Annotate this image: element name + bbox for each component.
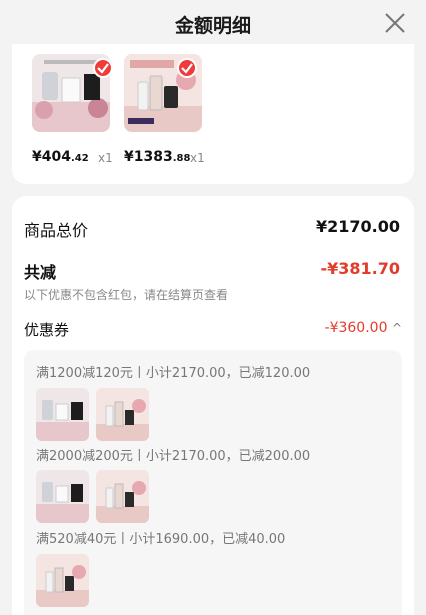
- coupon-value: -¥360.00: [324, 320, 388, 336]
- coupon-item-b[interactable]: [96, 470, 149, 523]
- total-price-label: 商品总价: [24, 221, 89, 240]
- close-icon: [385, 13, 405, 33]
- selected-check: [93, 58, 113, 78]
- discount-label: 共减: [24, 263, 57, 282]
- close-button[interactable]: [382, 10, 408, 36]
- product-qty-a: x1: [98, 151, 113, 165]
- discount-value: -¥381.70: [320, 259, 400, 278]
- price-summary-card: 商品总价 ¥2170.00 共减 -¥381.70 以下优惠不包含红包，请在结算…: [12, 196, 414, 615]
- product-card: ¥404.42 x1 ¥1383.88 x1: [12, 44, 414, 184]
- coupon-rule-3: 满520减40元丨小计1690.00，已减40.00: [36, 532, 286, 547]
- discount-note: 以下优惠不包含红包，请在结算页查看: [24, 288, 229, 302]
- coupon-item-b[interactable]: [36, 554, 89, 607]
- coupon-item-b[interactable]: [96, 388, 149, 441]
- header: 金额明细: [0, 0, 426, 48]
- coupon-toggle[interactable]: -¥360.00 ^: [325, 320, 402, 336]
- checkmark-icon: [97, 63, 109, 74]
- coupon-label: 优惠券: [24, 321, 70, 339]
- page-title: 金额明细: [174, 15, 251, 37]
- product-price-a: ¥404.42: [32, 149, 89, 165]
- checkmark-icon: [181, 63, 193, 74]
- total-price-value: ¥2170.00: [315, 217, 400, 236]
- coupon-item-a[interactable]: [36, 470, 89, 523]
- product-qty-b: x1: [190, 151, 205, 165]
- coupon-rule-2: 满2000减200元丨小计2170.00，已减200.00: [36, 449, 311, 464]
- chevron-up-icon: ^: [391, 321, 402, 335]
- coupon-item-a[interactable]: [36, 388, 89, 441]
- coupon-details: 满1200减120元丨小计2170.00，已减120.00 满2000减200元…: [24, 350, 402, 615]
- product-price-b: ¥1383.88: [124, 149, 191, 165]
- coupon-rule-1: 满1200减120元丨小计2170.00，已减120.00: [36, 366, 311, 381]
- selected-check: [177, 58, 197, 78]
